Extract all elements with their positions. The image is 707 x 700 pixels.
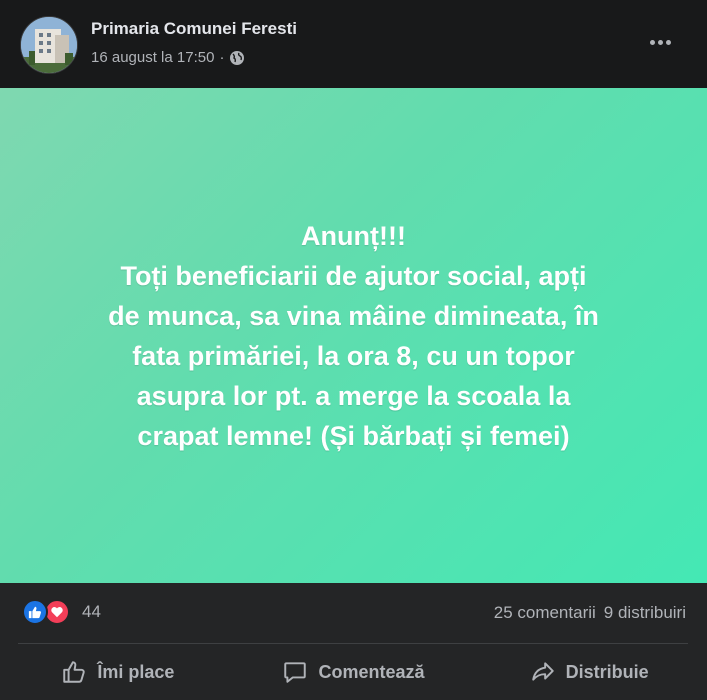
meta-separator: · [219, 49, 225, 66]
page-avatar[interactable] [20, 16, 78, 74]
post-text-line: Anunț!!! [301, 220, 406, 251]
post-text-line: asupra lor pt. a merge la scoala la [136, 380, 571, 411]
like-label: Îmi place [97, 661, 175, 682]
reaction-count: 44 [82, 602, 101, 621]
share-icon [531, 662, 554, 681]
share-label: Distribuie [565, 661, 649, 682]
globe-icon[interactable] [229, 50, 245, 66]
post-actions: Îmi place Comentează Distribuie [0, 644, 707, 700]
post-text-line: Toți beneficiarii de ajutor social, apți [120, 260, 587, 291]
comments-count[interactable]: 25 comentarii [494, 603, 596, 623]
post-date[interactable]: 16 august la 17:50 [91, 49, 214, 66]
post-meta: 16 august la 17:50 · [91, 49, 245, 66]
shares-count[interactable]: 9 distribuiri [604, 603, 686, 623]
comment-label: Comentează [318, 661, 425, 682]
post-content: Anunț!!! Toți beneficiarii de ajutor soc… [0, 88, 707, 583]
post-text: Anunț!!! Toți beneficiarii de ajutor soc… [44, 216, 664, 456]
building-photo-icon [21, 17, 77, 73]
like-icon [22, 599, 48, 625]
more-options-icon[interactable] [640, 26, 680, 58]
facebook-post: Primaria Comunei Feresti 16 august la 17… [0, 0, 707, 700]
comment-icon [284, 662, 307, 683]
page-name[interactable]: Primaria Comunei Feresti [91, 19, 297, 39]
comment-button[interactable]: Comentează [236, 644, 472, 700]
post-text-line: fata primăriei, la ora 8, cu un topor [132, 340, 575, 371]
post-text-line: de munca, sa vina mâine dimineata, în [108, 300, 599, 331]
post-header: Primaria Comunei Feresti 16 august la 17… [0, 0, 707, 88]
thumbs-up-icon [63, 661, 86, 683]
engagement-counts: 25 comentarii 9 distribuiri [494, 603, 686, 623]
reactions-summary[interactable]: 44 [22, 599, 101, 625]
post-text-line: crapat lemne! (Și bărbați și femei) [137, 420, 570, 451]
share-button[interactable]: Distribuie [471, 644, 707, 700]
post-stats: 44 25 comentarii 9 distribuiri [0, 583, 707, 643]
like-button[interactable]: Îmi place [0, 644, 236, 700]
